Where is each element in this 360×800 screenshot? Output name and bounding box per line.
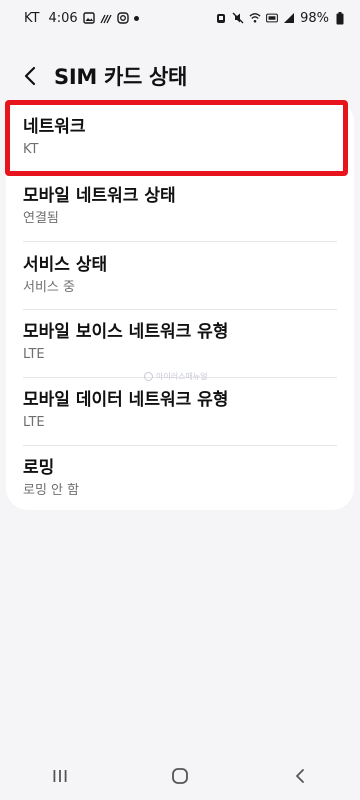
- recent-apps-button[interactable]: [36, 752, 84, 800]
- status-right: 98%: [215, 11, 346, 26]
- item-subtitle: 서비스 중: [23, 280, 75, 295]
- list-item-mobile-network-status[interactable]: 모바일 네트워크 상태 연결됨: [6, 185, 354, 228]
- item-title: 모바일 보이스 네트워크 유형: [23, 322, 229, 342]
- watermark-text: 아이러스매뉴얼: [156, 372, 208, 381]
- volte-icon: [266, 12, 279, 24]
- item-title: 서비스 상태: [23, 255, 108, 275]
- item-title: 모바일 데이터 네트워크 유형: [23, 390, 229, 410]
- item-title: 네트워크: [23, 117, 86, 137]
- back-icon: [296, 769, 304, 783]
- recent-apps-icon: [53, 770, 67, 782]
- divider: [23, 241, 337, 242]
- back-nav-button[interactable]: [276, 752, 324, 800]
- status-left: KT 4:06: [24, 11, 139, 26]
- item-subtitle: LTE: [23, 347, 45, 362]
- carrier-label: KT: [24, 10, 40, 26]
- watermark-logo-icon: [144, 372, 153, 381]
- list-item-voice-network-type[interactable]: 모바일 보이스 네트워크 유형 LTE: [6, 321, 354, 364]
- app-header: SIM 카드 상태: [0, 52, 360, 100]
- list-item-service-status[interactable]: 서비스 상태 서비스 중: [6, 254, 354, 297]
- signal-weak-icon: [100, 12, 112, 24]
- clock: 4:06: [48, 10, 78, 26]
- item-title: 모바일 네트워크 상태: [23, 186, 176, 206]
- watermark: 아이러스매뉴얼: [144, 371, 208, 382]
- wifi-icon: [249, 12, 261, 24]
- back-button[interactable]: [18, 64, 42, 88]
- battery-icon: [334, 11, 346, 24]
- chevron-left-icon: [24, 66, 36, 86]
- item-title: 로밍: [23, 458, 55, 478]
- mute-icon: [232, 12, 244, 24]
- item-subtitle: 로밍 안 함: [23, 483, 80, 498]
- item-subtitle: 연결됨: [23, 211, 59, 226]
- item-subtitle: LTE: [23, 415, 45, 430]
- divider: [23, 445, 337, 446]
- instagram-icon: [116, 12, 129, 24]
- home-icon: [172, 768, 188, 784]
- page-title: SIM 카드 상태: [54, 65, 188, 89]
- list-item-network[interactable]: 네트워크 KT: [6, 116, 354, 159]
- home-button[interactable]: [156, 752, 204, 800]
- navigation-bar: [0, 752, 360, 800]
- divider: [23, 173, 337, 174]
- battery-percentage: 98%: [300, 10, 329, 26]
- status-bar: KT 4:06 98%: [0, 0, 360, 36]
- sim-status-card: 네트워크 KT 모바일 네트워크 상태 연결됨 서비스 상태 서비스 중 모바일…: [6, 100, 354, 510]
- list-item-roaming[interactable]: 로밍 로밍 안 함: [6, 457, 354, 500]
- list-item-data-network-type[interactable]: 모바일 데이터 네트워크 유형 LTE: [6, 389, 354, 432]
- item-subtitle: KT: [23, 142, 39, 157]
- divider: [23, 309, 337, 310]
- cellular-signal-icon: [283, 12, 295, 24]
- notification-dot-icon: [133, 15, 139, 21]
- gallery-icon: [82, 12, 95, 24]
- alarm-icon: [215, 12, 227, 24]
